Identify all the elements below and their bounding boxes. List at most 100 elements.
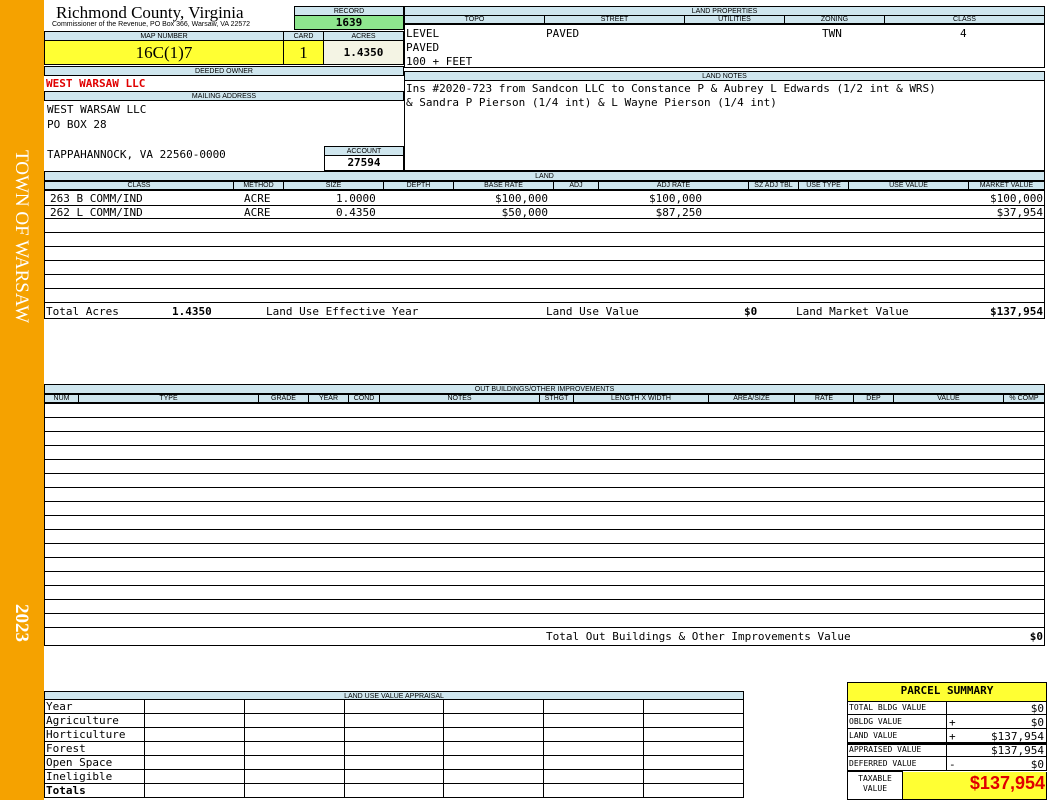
ob-col-value: VALUE — [894, 394, 1004, 403]
land-notes-line-1: Ins #2020-723 from Sandcon LLC to Consta… — [406, 82, 936, 95]
mail-line-3: TAPPAHANNOCK, VA 22560-0000 — [47, 148, 226, 161]
land-market-value: $137,954 — [990, 305, 1043, 318]
luva-row: Agriculture — [44, 713, 744, 728]
land-properties-box — [404, 24, 1045, 68]
summary-value: $0 — [1030, 716, 1044, 729]
ob-col-num: NUM — [44, 394, 79, 403]
land-market-value-label: Land Market Value — [796, 305, 909, 318]
land-use-value-label: Land Use Value — [546, 305, 639, 318]
land-row-2-base-rate: $50,000 — [501, 206, 548, 219]
land-row-1-market: $100,000 — [990, 192, 1043, 205]
outbuildings-table-box — [44, 403, 1045, 646]
land-row-2-method: ACRE — [244, 206, 271, 219]
street-value: PAVED — [546, 27, 580, 40]
county-title: Richmond County, Virginia — [56, 3, 244, 22]
land-col-sz-adj: SZ ADJ TBL — [749, 181, 799, 190]
acres-value: 1.4350 — [323, 40, 404, 65]
luva-row: Forest — [44, 741, 744, 756]
ob-col-year: YEAR — [309, 394, 349, 403]
land-col-adj: ADJ — [554, 181, 599, 190]
map-number: 16C(1)7 — [44, 40, 284, 65]
summary-sign: - — [949, 758, 956, 771]
ob-col-grade: GRADE — [259, 394, 309, 403]
total-acres-value: 1.4350 — [172, 305, 212, 318]
luva-table: Year Agriculture Horticulture Forest Ope… — [44, 699, 744, 798]
summary-label: TOTAL BLDG VALUE — [849, 703, 927, 712]
summary-value: $0 — [1030, 758, 1044, 771]
land-row-1-adj-rate: $100,000 — [649, 192, 702, 205]
land-row-2-class: 262 L COMM/IND — [50, 206, 143, 219]
ob-col-length-width: LENGTH X WIDTH — [574, 394, 709, 403]
town-name: TOWN OF WARSAW — [11, 150, 32, 324]
mail-line-2: PO BOX 28 — [47, 118, 107, 131]
zoning-value: TWN — [822, 27, 842, 40]
luva-row: Ineligible — [44, 769, 744, 784]
total-acres-label: Total Acres — [46, 305, 119, 318]
ob-col-cond: COND — [349, 394, 380, 403]
deeded-owner-label: DEEDED OWNER — [44, 66, 404, 76]
land-col-use-value: USE VALUE — [849, 181, 969, 190]
land-col-use-type: USE TYPE — [799, 181, 849, 190]
ob-col-notes: NOTES — [380, 394, 540, 403]
land-col-market-value: MARKET VALUE — [969, 181, 1045, 190]
summary-value: $137,954 — [991, 730, 1044, 743]
outbuildings-header: NUM TYPE GRADE YEAR COND NOTES STHGT LEN… — [44, 394, 1045, 403]
account-number: 27594 — [324, 155, 404, 171]
land-notes-line-2: & Sandra P Pierson (1/4 int) & L Wayne P… — [406, 96, 777, 109]
land-col-base-rate: BASE RATE — [454, 181, 554, 190]
luva-row: Year — [44, 699, 744, 714]
summary-label: DEFERRED VALUE — [849, 759, 917, 768]
card-number: 1 — [283, 40, 324, 65]
land-col-method: METHOD — [234, 181, 284, 190]
land-col-size: SIZE — [284, 181, 384, 190]
land-use-effective-year-label: Land Use Effective Year — [266, 305, 419, 318]
land-row-2-size: 0.4350 — [336, 206, 376, 219]
land-col-depth: DEPTH — [384, 181, 454, 190]
land-row-1-base-rate: $100,000 — [495, 192, 548, 205]
land-row-2-adj-rate: $87,250 — [655, 206, 702, 219]
tax-year: 2023 — [11, 604, 32, 642]
land-row-1-size: 1.0000 — [336, 192, 376, 205]
mail-line-1: WEST WARSAW LLC — [47, 103, 147, 116]
ob-col-rate: RATE — [795, 394, 854, 403]
luva-row: Totals — [44, 783, 744, 798]
luva-label: Ineligible — [44, 769, 145, 784]
land-col-adj-rate: ADJ RATE — [599, 181, 749, 190]
summary-value: $0 — [1030, 702, 1044, 715]
luva-label: Open Space — [44, 755, 145, 770]
ob-col-sthgt: STHGT — [540, 394, 574, 403]
land-col-class: CLASS — [44, 181, 234, 190]
luva-label: Agriculture — [44, 713, 145, 728]
summary-label: LAND VALUE — [849, 731, 898, 740]
ob-col-area: AREA/SIZE — [709, 394, 795, 403]
col-utilities: UTILITIES — [685, 15, 785, 24]
ob-col-type: TYPE — [79, 394, 259, 403]
luva-label: Totals — [44, 783, 145, 798]
outbuildings-title: OUT BUILDINGS/OTHER IMPROVEMENTS — [44, 384, 1045, 394]
luva-label: Forest — [44, 741, 145, 756]
topo-1: LEVEL — [406, 27, 440, 40]
land-properties-header: TOPO STREET UTILITIES ZONING CLASS — [404, 15, 1045, 24]
col-zoning: ZONING — [785, 15, 885, 24]
summary-sign: + — [949, 730, 956, 743]
topo-2: PAVED — [406, 41, 440, 54]
ob-col-comp: % COMP — [1004, 394, 1045, 403]
summary-label: OBLDG VALUE — [849, 717, 902, 726]
land-title: LAND — [44, 171, 1045, 181]
luva-row: Open Space — [44, 755, 744, 770]
taxable-label-2: VALUE — [862, 784, 888, 793]
commissioner-line: Commissioner of the Revenue, PO Box 366,… — [52, 21, 251, 28]
mailing-address-label: MAILING ADDRESS — [44, 91, 404, 101]
ob-col-dep: DEP — [854, 394, 894, 403]
col-street: STREET — [545, 15, 685, 24]
summary-sign: + — [949, 716, 956, 729]
land-header: CLASS METHOD SIZE DEPTH BASE RATE ADJ AD… — [44, 181, 1045, 190]
parcel-summary-title: PARCEL SUMMARY — [900, 684, 994, 697]
record-number: 1639 — [294, 15, 404, 30]
class-value: 4 — [960, 27, 967, 40]
outbuildings-total: $0 — [1029, 630, 1043, 643]
summary-label: APPRAISED VALUE — [849, 745, 922, 754]
summary-value: $137,954 — [991, 744, 1044, 757]
land-row-1-method: ACRE — [244, 192, 271, 205]
col-topo: TOPO — [404, 15, 545, 24]
